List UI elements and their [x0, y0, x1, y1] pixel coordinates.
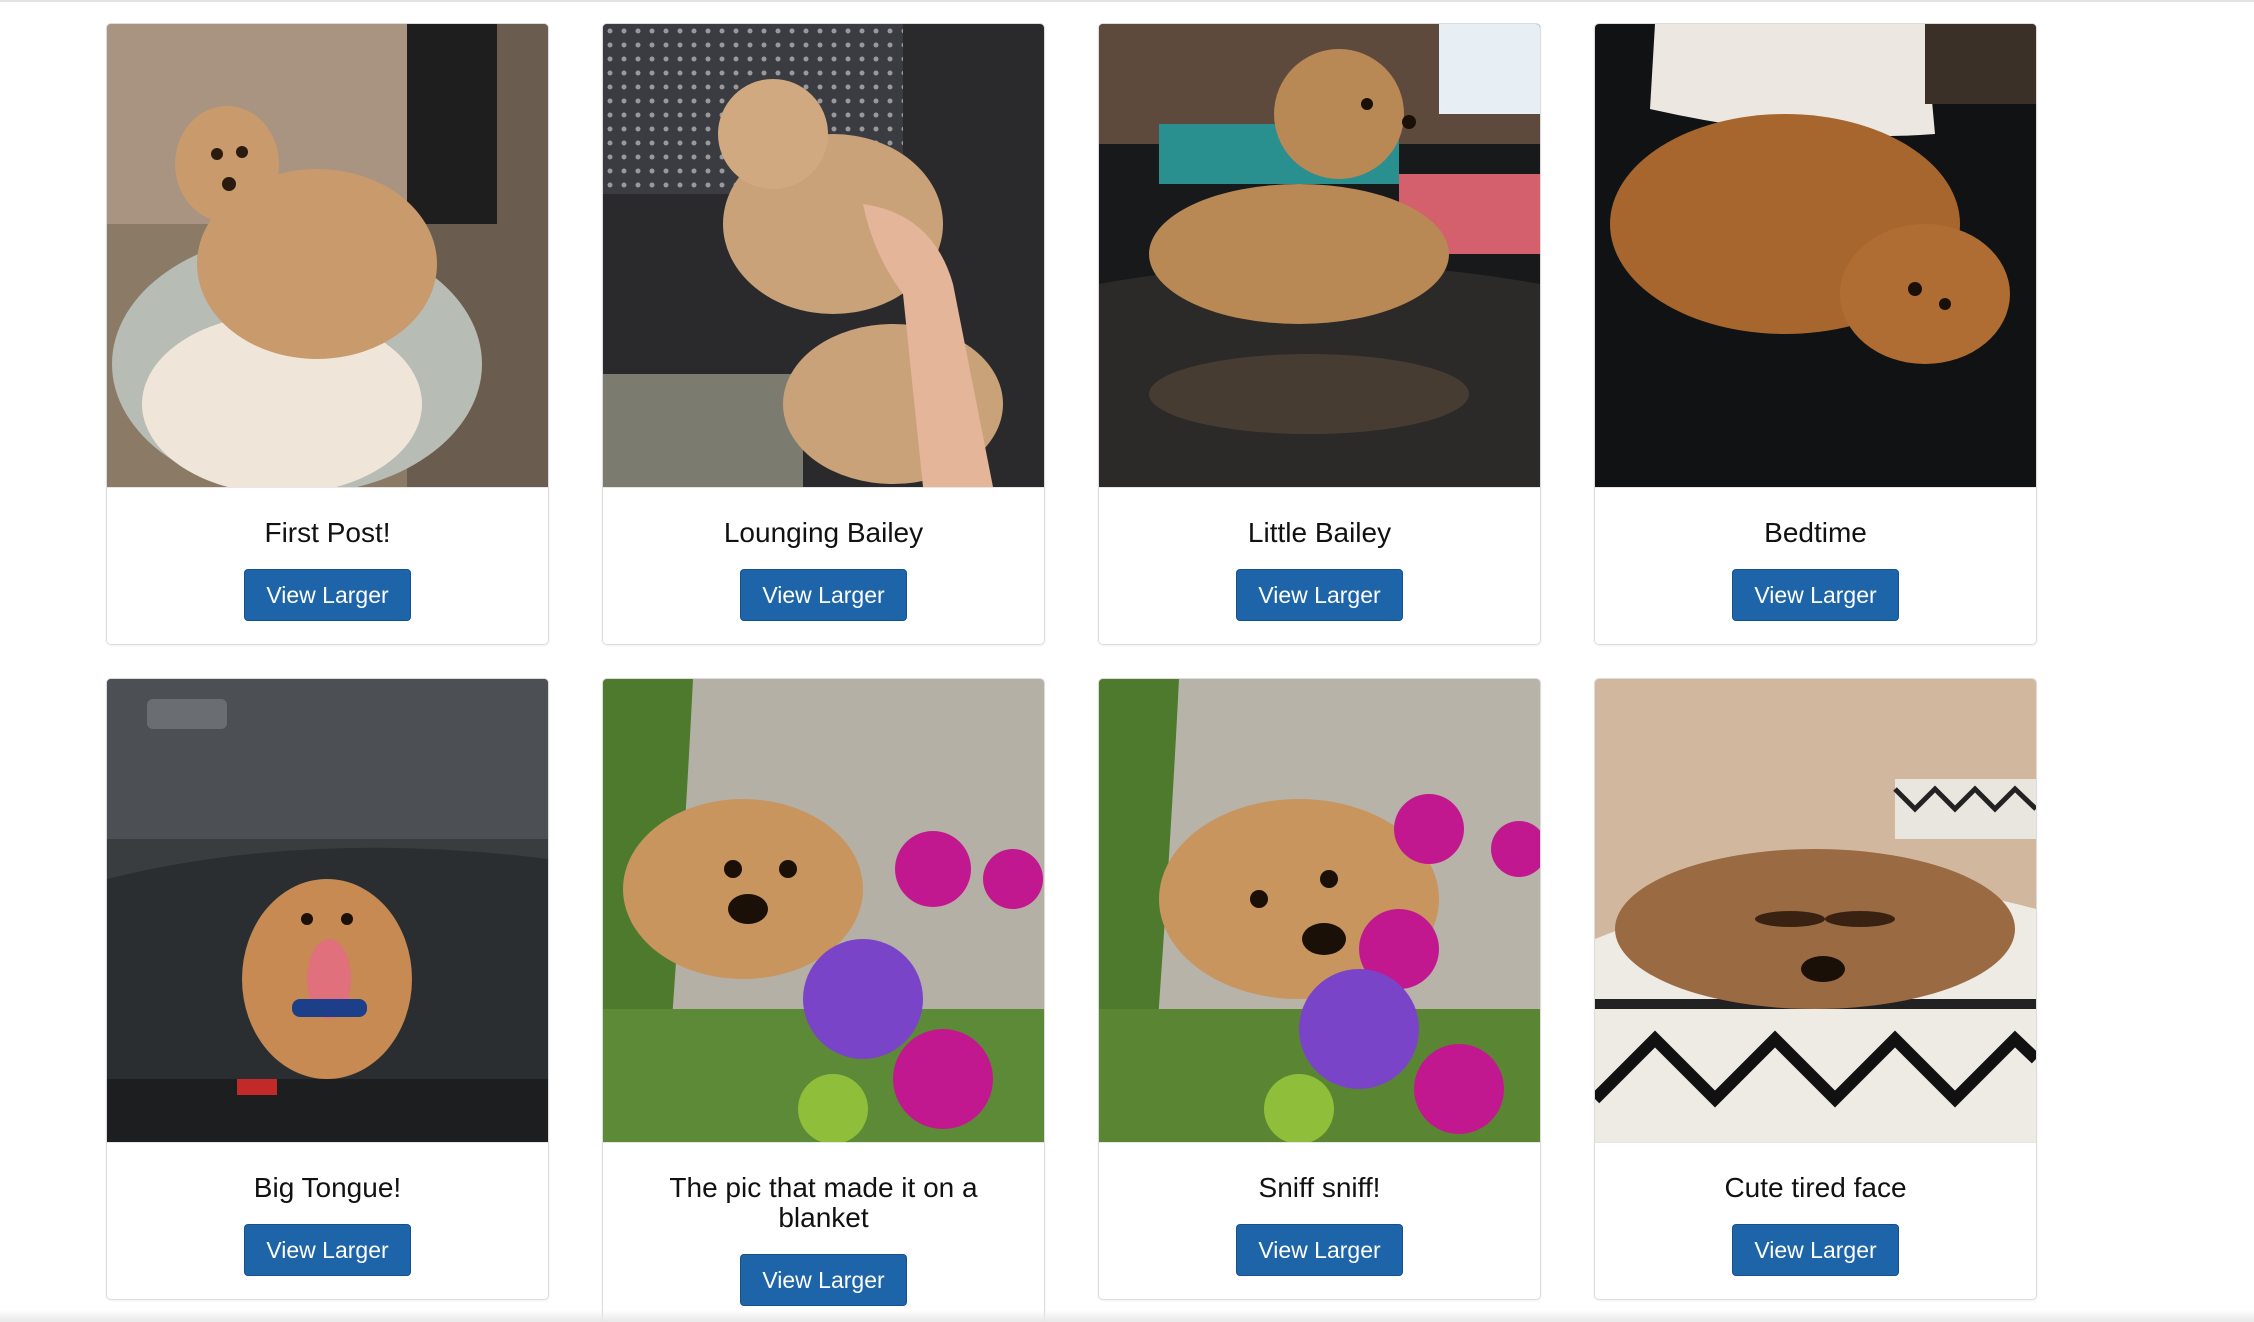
dog-in-bed-photo[interactable] — [107, 24, 548, 488]
view-larger-button[interactable]: View Larger — [1236, 1224, 1403, 1276]
card-caption: Big Tongue! — [253, 1172, 402, 1203]
dog-sleeping-photo[interactable] — [1595, 24, 2036, 488]
view-larger-button[interactable]: View Larger — [244, 1224, 411, 1276]
card-caption: First Post! — [264, 517, 391, 548]
dog-with-flowers-photo[interactable] — [603, 679, 1044, 1143]
gallery-card: Lounging Bailey View Larger — [602, 23, 1045, 645]
view-larger-button[interactable]: View Larger — [1732, 1224, 1899, 1276]
card-caption: Bedtime — [1764, 517, 1867, 548]
card-caption: Lounging Bailey — [723, 517, 924, 548]
card-caption: Little Bailey — [1247, 517, 1392, 548]
card-caption: Cute tired face — [1724, 1172, 1907, 1203]
dog-on-lap-photo[interactable] — [603, 24, 1044, 488]
dog-sniffing-flowers-photo[interactable] — [1099, 679, 1540, 1143]
view-larger-button[interactable]: View Larger — [1236, 569, 1403, 621]
page-bottom-edge — [0, 1310, 2254, 1322]
gallery-card: Little Bailey View Larger — [1098, 23, 1541, 645]
card-caption: The pic that made it on a blanket — [669, 1172, 978, 1233]
dog-on-couch-photo[interactable] — [1099, 24, 1540, 488]
gallery-card: The pic that made it on a blanket View L… — [602, 678, 1045, 1322]
gallery-card: Sniff sniff! View Larger — [1098, 678, 1541, 1300]
view-larger-button[interactable]: View Larger — [740, 1254, 907, 1306]
view-larger-button[interactable]: View Larger — [740, 569, 907, 621]
gallery-card: Cute tired face View Larger — [1594, 678, 2037, 1300]
dog-in-car-photo[interactable] — [107, 679, 548, 1143]
gallery-card: Bedtime View Larger — [1594, 23, 2037, 645]
dog-tired-face-photo[interactable] — [1595, 679, 2036, 1143]
photo-gallery: First Post! View Larger Lounging Bailey … — [0, 0, 2254, 1322]
gallery-card: First Post! View Larger — [106, 23, 549, 645]
card-caption: Sniff sniff! — [1258, 1172, 1381, 1203]
gallery-card: Big Tongue! View Larger — [106, 678, 549, 1300]
view-larger-button[interactable]: View Larger — [244, 569, 411, 621]
view-larger-button[interactable]: View Larger — [1732, 569, 1899, 621]
